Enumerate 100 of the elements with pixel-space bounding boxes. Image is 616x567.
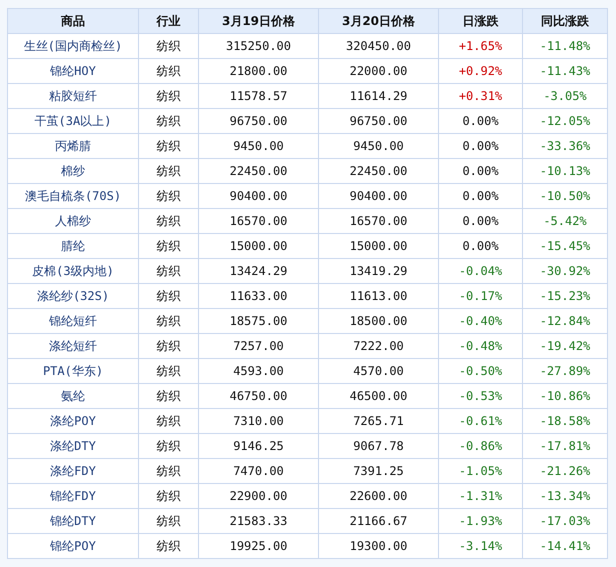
- product-link[interactable]: 涤纶POY: [50, 414, 96, 428]
- product-link[interactable]: 棉纱: [61, 164, 85, 178]
- column-header: 3月19日价格: [198, 8, 318, 34]
- table-cell: -0.40%: [438, 308, 522, 334]
- table-cell: -15.45%: [522, 234, 608, 258]
- table-cell: -30.92%: [522, 258, 608, 284]
- table-cell: 纺织: [138, 134, 198, 158]
- product-link[interactable]: 锦纶DTY: [50, 514, 96, 528]
- table-cell: -1.05%: [438, 458, 522, 484]
- table-cell: -10.50%: [522, 184, 608, 208]
- table-cell: 纺织: [138, 534, 198, 558]
- table-cell: -5.42%: [522, 208, 608, 234]
- column-header: 3月20日价格: [318, 8, 438, 34]
- table-cell: -1.31%: [438, 484, 522, 508]
- column-header: 商品: [8, 8, 138, 34]
- table-cell: 320450.00: [318, 34, 438, 58]
- table-cell: 0.00%: [438, 158, 522, 184]
- table-cell: 0.00%: [438, 208, 522, 234]
- table-cell: 纺织: [138, 158, 198, 184]
- product-link[interactable]: 生丝(国内商检丝): [24, 38, 122, 52]
- table-cell: -12.05%: [522, 108, 608, 134]
- table-cell: -0.17%: [438, 284, 522, 308]
- product-link[interactable]: 氨纶: [61, 388, 85, 402]
- table-cell: 纺织: [138, 508, 198, 534]
- table-cell: 90400.00: [198, 184, 318, 208]
- table-cell: -14.41%: [522, 534, 608, 558]
- table-cell: 7391.25: [318, 458, 438, 484]
- table-cell: 纺织: [138, 84, 198, 108]
- table-cell: 15000.00: [198, 234, 318, 258]
- table-cell: 11633.00: [198, 284, 318, 308]
- product-link[interactable]: 丙烯腈: [55, 138, 91, 152]
- table-cell: 22900.00: [198, 484, 318, 508]
- table-cell: 18575.00: [198, 308, 318, 334]
- table-cell: -17.81%: [522, 434, 608, 458]
- table-cell: -12.84%: [522, 308, 608, 334]
- column-header: 日涨跌: [438, 8, 522, 34]
- table-cell: 纺织: [138, 408, 198, 434]
- table-cell: 0.00%: [438, 184, 522, 208]
- table-cell: 18500.00: [318, 308, 438, 334]
- table-cell: -10.13%: [522, 158, 608, 184]
- table-cell: -18.58%: [522, 408, 608, 434]
- table-cell: 22450.00: [198, 158, 318, 184]
- table-cell: -21.26%: [522, 458, 608, 484]
- product-link[interactable]: 涤纶FDY: [50, 464, 96, 478]
- table-cell: 11614.29: [318, 84, 438, 108]
- table-cell: 纺织: [138, 458, 198, 484]
- table-cell: 7310.00: [198, 408, 318, 434]
- table-cell: 9146.25: [198, 434, 318, 458]
- column-header: 行业: [138, 8, 198, 34]
- table-cell: 11578.57: [198, 84, 318, 108]
- table-cell: -11.43%: [522, 58, 608, 84]
- table-cell: 96750.00: [318, 108, 438, 134]
- table-cell: 纺织: [138, 384, 198, 408]
- product-link[interactable]: 锦纶HOY: [50, 64, 96, 78]
- table-cell: 11613.00: [318, 284, 438, 308]
- table-cell: 21166.67: [318, 508, 438, 534]
- table-cell: 22450.00: [318, 158, 438, 184]
- table-cell: 19925.00: [198, 534, 318, 558]
- table-cell: 7222.00: [318, 334, 438, 358]
- table-cell: 纺织: [138, 258, 198, 284]
- product-link[interactable]: 腈纶: [61, 238, 85, 252]
- table-cell: +0.92%: [438, 58, 522, 84]
- product-link[interactable]: 锦纶POY: [50, 538, 96, 552]
- product-link[interactable]: 粘胶短纤: [49, 88, 97, 102]
- table-cell: 纺织: [138, 484, 198, 508]
- column-header: 同比涨跌: [522, 8, 608, 34]
- table-cell: +0.31%: [438, 84, 522, 108]
- table-cell: -15.23%: [522, 284, 608, 308]
- table-cell: -33.36%: [522, 134, 608, 158]
- table-cell: 21583.33: [198, 508, 318, 534]
- product-link[interactable]: PTA(华东): [42, 364, 104, 378]
- table-cell: -19.42%: [522, 334, 608, 358]
- table-cell: 7470.00: [198, 458, 318, 484]
- table-cell: 96750.00: [198, 108, 318, 134]
- product-link[interactable]: 人棉纱: [55, 214, 91, 228]
- table-cell: 7265.71: [318, 408, 438, 434]
- table-cell: 0.00%: [438, 234, 522, 258]
- product-link[interactable]: 锦纶短纤: [49, 314, 97, 328]
- table-cell: 90400.00: [318, 184, 438, 208]
- table-cell: 纺织: [138, 284, 198, 308]
- table-cell: 7257.00: [198, 334, 318, 358]
- table-cell: 纺织: [138, 184, 198, 208]
- product-link[interactable]: 涤纶短纤: [49, 338, 97, 352]
- table-cell: -0.86%: [438, 434, 522, 458]
- product-link[interactable]: 涤纶DTY: [50, 438, 96, 452]
- table-cell: 纺织: [138, 58, 198, 84]
- table-cell: +1.65%: [438, 34, 522, 58]
- table-cell: -0.61%: [438, 408, 522, 434]
- product-link[interactable]: 锦纶FDY: [50, 488, 96, 502]
- product-link[interactable]: 皮棉(3级内地): [32, 264, 114, 278]
- table-cell: -11.48%: [522, 34, 608, 58]
- table-cell: 13419.29: [318, 258, 438, 284]
- table-cell: 4593.00: [198, 358, 318, 384]
- table-cell: 9450.00: [198, 134, 318, 158]
- product-link[interactable]: 澳毛自梳条(70S): [24, 188, 122, 202]
- product-link[interactable]: 干茧(3A以上): [34, 114, 112, 128]
- table-cell: 纺织: [138, 34, 198, 58]
- table-cell: 纺织: [138, 234, 198, 258]
- product-link[interactable]: 涤纶纱(32S): [36, 288, 110, 302]
- table-cell: 16570.00: [198, 208, 318, 234]
